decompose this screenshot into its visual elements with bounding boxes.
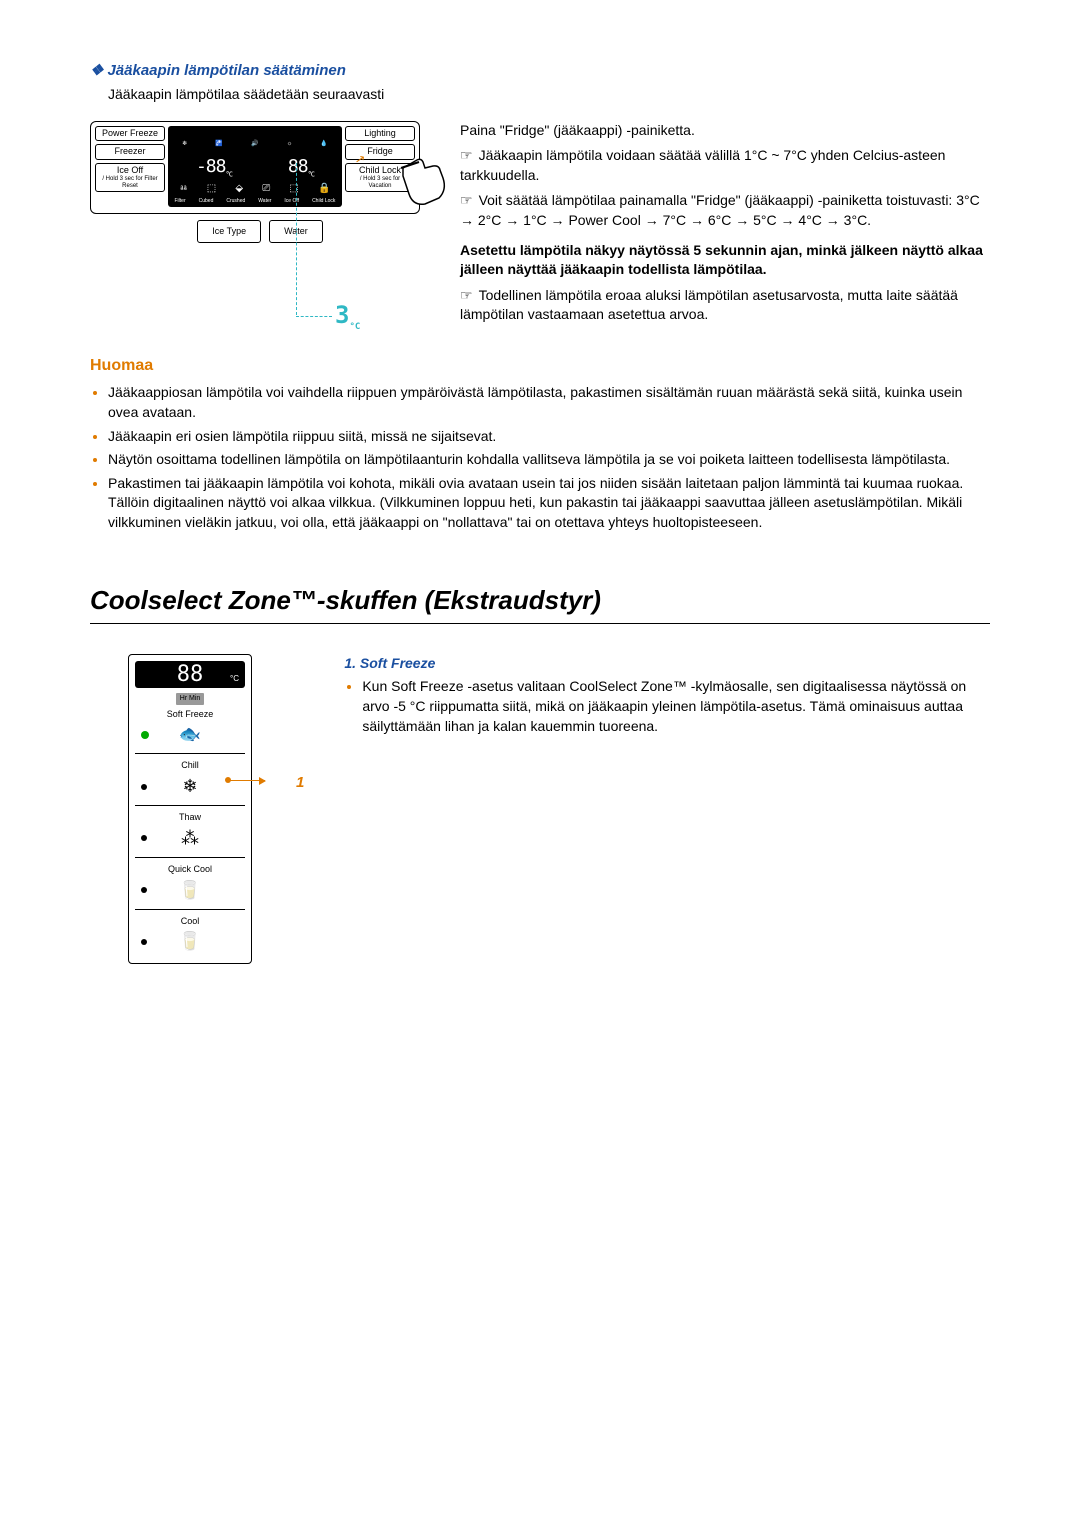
cs-indicator bbox=[141, 887, 147, 893]
soft-freeze-list: Kun Soft Freeze -asetus valitaan CoolSel… bbox=[344, 677, 990, 736]
drop-icon-top: 💧 bbox=[320, 140, 327, 148]
instruction-actual: Todellinen lämpötila eroaa aluksi lämpöt… bbox=[460, 286, 990, 325]
coolselect-panel: 88 °C Hr Min Soft Freeze 🐟 Chill ❄ Thaw … bbox=[128, 654, 252, 964]
diamond-icon: ❖ bbox=[90, 62, 103, 79]
horizontal-rule bbox=[90, 623, 990, 624]
ice-off-sublabel: / Hold 3 sec for Filter Reset bbox=[98, 176, 162, 189]
snowflake-small-icon: ❄ bbox=[182, 774, 197, 799]
power-freeze-button[interactable]: Power Freeze bbox=[95, 126, 165, 142]
lbl-cubed: Cubed bbox=[199, 198, 214, 205]
cs-softfreeze-label: Soft Freeze bbox=[135, 708, 245, 721]
subheading-fridge-temp: ❖Jääkaapin lämpötilan säätäminen bbox=[90, 60, 990, 81]
snowflake-icon: ❄ bbox=[182, 140, 187, 148]
lbl-water: Water bbox=[258, 198, 271, 205]
instruction-press: Paina "Fridge" (jääkaappi) -painiketta. bbox=[460, 121, 990, 141]
cs-indicator bbox=[141, 784, 147, 790]
water-icon: ⎚ bbox=[262, 182, 270, 196]
lbl-childlock: Child Lock bbox=[312, 198, 335, 205]
huomaa-heading: Huomaa bbox=[90, 355, 990, 377]
huomaa-item-1: Jääkaappiosan lämpötila voi vaihdella ri… bbox=[108, 383, 990, 422]
instruction-cycle: Voit säätää lämpötilaa painamalla "Fridg… bbox=[460, 191, 990, 230]
cool-icon: 🥛 bbox=[179, 929, 201, 954]
instruction-range: Jääkaapin lämpötila voidaan säätää välil… bbox=[460, 146, 990, 185]
coolselect-heading: Coolselect Zone™-skuffen (Ekstraudstyr) bbox=[90, 582, 990, 618]
thaw-icon: ⁂ bbox=[181, 826, 199, 851]
control-panel-illustration: Power Freeze Freezer Ice Off / Hold 3 se… bbox=[90, 121, 430, 331]
ice-off-label: Ice Off bbox=[117, 165, 143, 175]
soft-freeze-text: Kun Soft Freeze -asetus valitaan CoolSel… bbox=[362, 677, 990, 736]
cs-display: 88 °C bbox=[135, 661, 245, 688]
display-center: ❄ 🚰 🔊 ☼ 💧 -88°C 88°C ⎂ ⬚ ⬙ ⎚ bbox=[168, 126, 342, 207]
freezer-button[interactable]: Freezer bbox=[95, 144, 165, 160]
filter-icon: ⎂ bbox=[180, 182, 188, 196]
soft-freeze-heading: 1. Soft Freeze bbox=[344, 654, 990, 674]
cs-quickcool-label: Quick Cool bbox=[168, 863, 212, 876]
faucet-icon: 🚰 bbox=[215, 140, 222, 148]
dashed-line-vertical bbox=[296, 163, 298, 315]
sound-icon: 🔊 bbox=[251, 140, 258, 148]
temp-callout: 3°C bbox=[335, 299, 360, 333]
lock-icon: 🔒 bbox=[318, 182, 330, 196]
huomaa-item-2: Jääkaapin eri osien lämpötila riippuu si… bbox=[108, 427, 990, 447]
pointing-hand-icon bbox=[395, 148, 455, 208]
crushed-icon: ⬙ bbox=[235, 182, 243, 196]
callout-connector-1 bbox=[229, 780, 265, 782]
huomaa-item-3: Näytön osoittama todellinen lämpötila on… bbox=[108, 450, 990, 470]
cs-thaw-label: Thaw bbox=[179, 811, 201, 824]
lbl-filter: Filter bbox=[175, 198, 186, 205]
lbl-crushed: Crushed bbox=[226, 198, 245, 205]
callout-number-1: 1 bbox=[296, 772, 304, 793]
dashed-line-horizontal bbox=[296, 315, 332, 317]
huomaa-item-4: Pakastimen tai jääkaapin lämpötila voi k… bbox=[108, 474, 990, 533]
cs-indicator bbox=[141, 835, 147, 841]
cs-hr-min: Hr Min bbox=[176, 693, 205, 705]
cs-chill-label: Chill bbox=[181, 759, 199, 772]
intro-text: Jääkaapin lämpötilaa säädetään seuraavas… bbox=[108, 85, 990, 105]
huomaa-list: Jääkaappiosan lämpötila voi vaihdella ri… bbox=[90, 383, 990, 532]
cubed-icon: ⬚ bbox=[207, 182, 216, 196]
instruction-bold: Asetettu lämpötila näkyy näytössä 5 seku… bbox=[460, 241, 990, 280]
ice-off-button[interactable]: Ice Off / Hold 3 sec for Filter Reset bbox=[95, 163, 165, 192]
ice-type-button[interactable]: Ice Type bbox=[197, 220, 261, 243]
freezer-temp-display: -88°C bbox=[196, 154, 232, 180]
cs-cool-label: Cool bbox=[181, 915, 200, 928]
quickcool-icon: 🥛 bbox=[179, 878, 201, 903]
lighting-button[interactable]: Lighting bbox=[345, 126, 415, 142]
cs-unit: °C bbox=[230, 673, 239, 684]
fish-icon: 🐟 bbox=[179, 722, 201, 747]
cs-indicator-active bbox=[141, 731, 149, 739]
fridge-temp-display: 88°C bbox=[288, 154, 314, 180]
subheading-text: Jääkaapin lämpötilan säätäminen bbox=[107, 62, 345, 79]
sun-icon: ☼ bbox=[287, 140, 293, 148]
cs-indicator bbox=[141, 939, 147, 945]
cs-temp: 88 bbox=[177, 662, 204, 687]
